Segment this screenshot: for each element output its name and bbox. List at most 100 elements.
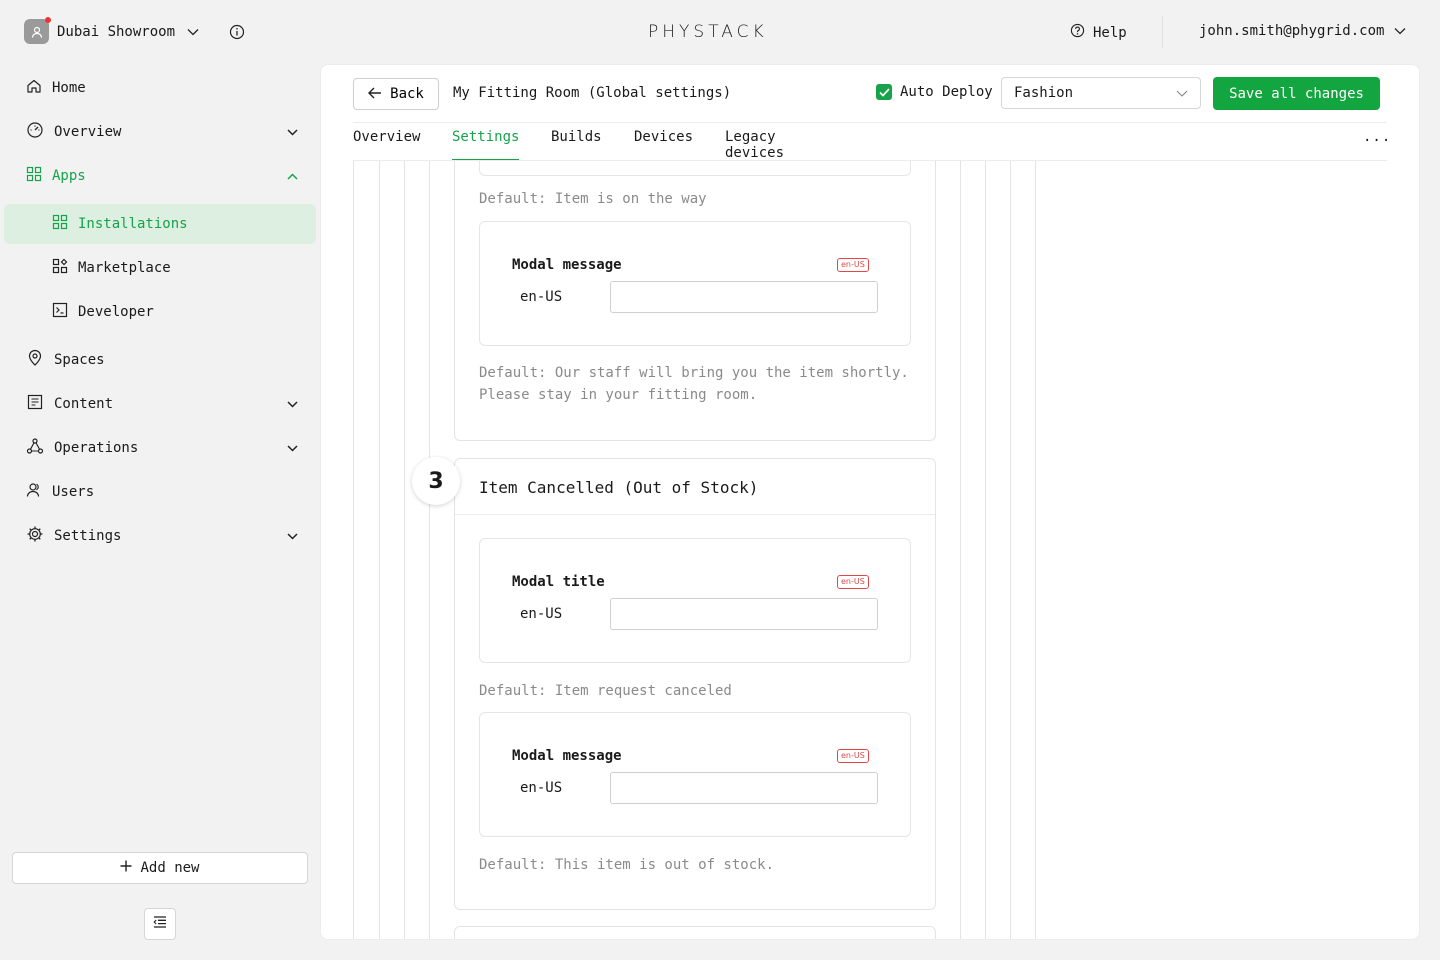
chevron-down-icon <box>287 128 298 136</box>
chevron-up-icon <box>287 172 298 180</box>
sidebar-item-label: Installations <box>78 216 188 232</box>
modal-title-input[interactable] <box>610 598 878 630</box>
page-title: My Fitting Room (Global settings) <box>453 85 732 101</box>
add-new-button[interactable]: Add new <box>12 852 308 884</box>
sidebar-item-label: Overview <box>54 124 122 140</box>
chevron-down-icon <box>1394 23 1406 39</box>
home-icon <box>26 78 42 98</box>
nesting-line <box>1035 161 1036 939</box>
info-icon[interactable] <box>229 24 245 40</box>
save-all-changes-button[interactable]: Save all changes <box>1213 77 1380 110</box>
nesting-line <box>353 161 354 939</box>
sidebar-item-users[interactable]: Users <box>26 472 306 512</box>
step-title: Item Cancelled (Out of Stock) <box>479 478 759 497</box>
default-hint-line: Please stay in your fitting room. <box>479 387 758 403</box>
sidebar-item-installations[interactable]: Installations <box>4 204 316 244</box>
step-card <box>454 926 936 939</box>
sidebar-item-apps[interactable]: Apps <box>26 156 306 196</box>
settings-content[interactable]: Default: Item is on the way Modal messag… <box>321 161 1419 939</box>
auto-deploy-toggle[interactable]: Auto Deploy <box>876 84 993 100</box>
sidebar-item-overview[interactable]: Overview <box>26 112 306 152</box>
grid-icon <box>52 214 68 234</box>
chevron-down-icon <box>1176 85 1188 101</box>
main-panel: Back My Fitting Room (Global settings) A… <box>320 64 1420 940</box>
sidebar-item-label: Users <box>52 484 95 500</box>
modal-message-input[interactable] <box>610 281 878 313</box>
tab-legacy-devices[interactable]: Legacy devices <box>725 129 784 161</box>
step-number-badge: 3 <box>412 457 460 505</box>
terminal-icon <box>52 302 68 322</box>
sidebar-item-label: Apps <box>52 168 86 184</box>
user-icon <box>31 26 42 38</box>
nesting-line <box>1010 161 1011 939</box>
sidebar-item-content[interactable]: Content <box>26 384 306 424</box>
tab-settings[interactable]: Settings <box>452 129 520 161</box>
chevron-down-icon <box>287 400 298 408</box>
sidebar-item-label: Operations <box>54 440 139 456</box>
select-value: Fashion <box>1014 85 1074 101</box>
chevron-down-icon <box>287 532 298 540</box>
nesting-line <box>429 161 430 939</box>
locale-label: en-US <box>520 606 563 622</box>
nesting-line <box>379 161 380 939</box>
field-card <box>479 161 911 176</box>
step-card-item-cancelled: Item Cancelled (Out of Stock) Modal titl… <box>454 458 936 910</box>
gear-icon <box>26 525 44 547</box>
user-menu[interactable]: john.smith@phygrid.com <box>1199 23 1406 39</box>
field-card: Modal message en-US en-US <box>479 712 911 837</box>
more-options-icon[interactable]: ... <box>1363 129 1391 145</box>
marketplace-icon <box>52 258 68 278</box>
operations-icon <box>26 437 44 459</box>
sidebar-item-label: Content <box>54 396 114 412</box>
users-icon <box>26 482 42 502</box>
locale-label: en-US <box>520 780 563 796</box>
help-link[interactable]: Help <box>1070 23 1127 42</box>
sidebar-item-settings[interactable]: Settings <box>26 516 306 556</box>
arrow-left-icon <box>368 86 382 102</box>
auto-deploy-checkbox[interactable] <box>876 84 892 100</box>
sidebar-item-label: Home <box>52 80 86 96</box>
collapse-menu-icon <box>153 916 167 932</box>
org-name: Dubai Showroom <box>57 23 176 40</box>
check-icon <box>878 87 890 97</box>
divider <box>1162 16 1163 48</box>
org-switcher[interactable]: Dubai Showroom <box>24 17 245 44</box>
category-select[interactable]: Fashion <box>1001 77 1201 109</box>
chevron-down-icon <box>187 28 199 36</box>
sidebar-item-marketplace[interactable]: Marketplace <box>4 248 316 288</box>
modal-message-label: Modal message <box>512 748 622 764</box>
help-icon <box>1070 23 1085 42</box>
field-card: Modal message en-US en-US <box>479 221 911 346</box>
dashboard-icon <box>26 121 44 143</box>
sidebar: Home Overview Apps Installations Marketp… <box>0 64 320 960</box>
divider <box>455 514 935 515</box>
modal-title-label: Modal title <box>512 574 605 590</box>
tab-devices[interactable]: Devices <box>634 129 693 161</box>
divider <box>353 122 1387 123</box>
sidebar-item-label: Spaces <box>54 352 105 368</box>
field-card: Modal title en-US en-US <box>479 538 911 663</box>
modal-message-label: Modal message <box>512 257 622 273</box>
sidebar-item-operations[interactable]: Operations <box>26 428 306 468</box>
sidebar-item-spaces[interactable]: Spaces <box>26 340 306 380</box>
back-label: Back <box>390 86 424 102</box>
sidebar-item-developer[interactable]: Developer <box>4 292 316 332</box>
chevron-down-icon <box>287 444 298 452</box>
collapse-sidebar-button[interactable] <box>144 908 176 940</box>
add-new-label: Add new <box>140 860 200 876</box>
back-button[interactable]: Back <box>353 78 439 110</box>
content-icon <box>26 393 44 415</box>
sidebar-item-home[interactable]: Home <box>26 68 306 108</box>
tab-overview[interactable]: Overview <box>353 129 420 161</box>
locale-badge: en-US <box>837 749 869 763</box>
locale-badge: en-US <box>837 575 869 589</box>
default-hint-line: Default: Our staff will bring you the it… <box>479 365 909 381</box>
user-email: john.smith@phygrid.com <box>1199 23 1385 39</box>
tab-builds[interactable]: Builds <box>551 129 602 161</box>
default-hint: Default: Item is on the way <box>479 191 707 207</box>
modal-message-input[interactable] <box>610 772 878 804</box>
nesting-line <box>404 161 405 939</box>
plus-icon <box>120 860 132 876</box>
help-label: Help <box>1093 24 1127 41</box>
locale-label: en-US <box>520 289 563 305</box>
